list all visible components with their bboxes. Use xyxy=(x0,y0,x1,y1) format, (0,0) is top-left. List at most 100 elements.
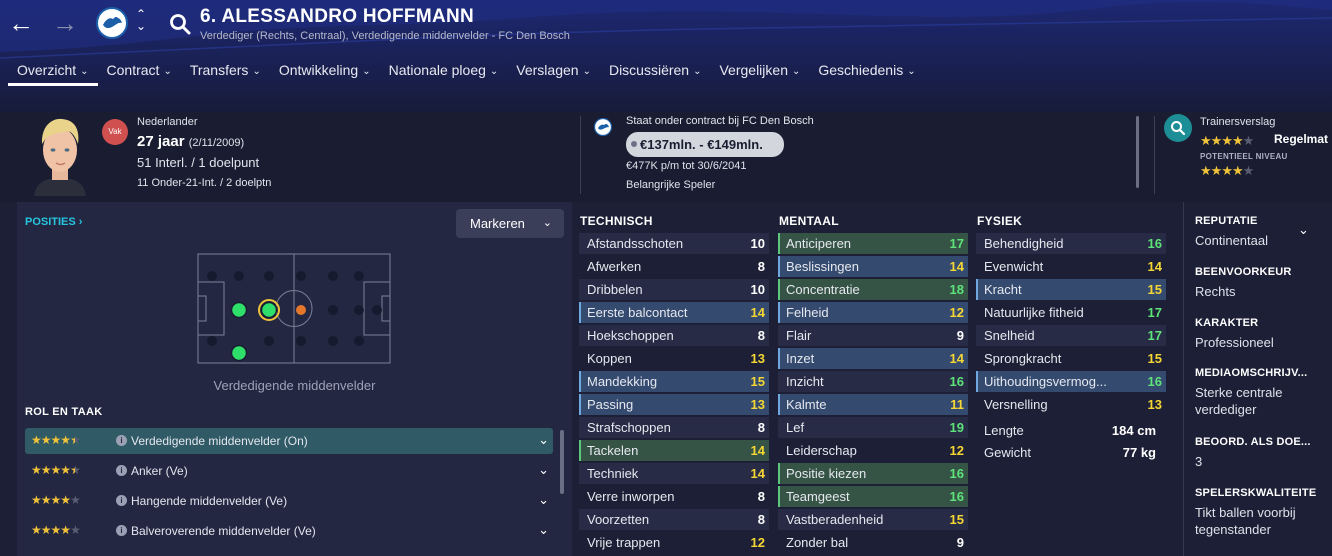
role-row[interactable]: ★★★★★ i Anker (Ve) ⌄ xyxy=(25,458,553,484)
tab-label: Nationale ploeg xyxy=(388,62,486,78)
nationality: Nederlander xyxy=(137,116,198,128)
tab-transfers[interactable]: Transfers ⌄ xyxy=(181,58,270,86)
attribute-row[interactable]: Dribbelen 10 xyxy=(579,279,769,300)
position-natural xyxy=(230,301,248,319)
attribute-name: Passing xyxy=(587,397,634,412)
attribute-value: 9 xyxy=(956,328,964,343)
attribute-row[interactable]: Beslissingen 14 xyxy=(778,256,968,277)
info-icon[interactable]: i xyxy=(116,495,127,506)
attribute-row[interactable]: Uithoudingsvermog... 16 xyxy=(976,371,1166,392)
attribute-row[interactable]: Flair 9 xyxy=(778,325,968,346)
chevron-down-icon[interactable]: ⌄ xyxy=(538,462,549,478)
attribute-row[interactable]: Evenwicht 14 xyxy=(976,256,1166,277)
attribute-row[interactable]: Hoekschoppen 8 xyxy=(579,325,769,346)
attribute-name: Anticiperen xyxy=(786,236,852,251)
attribute-row[interactable]: Positie kiezen 16 xyxy=(778,463,968,484)
chevron-down-icon[interactable]: ⌄ xyxy=(538,432,549,448)
attribute-row[interactable]: Kracht 15 xyxy=(976,279,1166,300)
attribute-row[interactable]: Techniek 14 xyxy=(579,463,769,484)
chevron-down-icon[interactable]: ⌄ xyxy=(538,522,549,538)
attribute-row[interactable]: Inzicht 16 xyxy=(778,371,968,392)
detail-value: Tikt ballen voorbij tegenstander xyxy=(1195,505,1296,537)
tab-verslagen[interactable]: Verslagen ⌄ xyxy=(507,58,600,86)
attribute-row[interactable]: Kalmte 11 xyxy=(778,394,968,415)
attribute-row[interactable]: Sprongkracht 15 xyxy=(976,348,1166,369)
coach-report-button[interactable] xyxy=(1164,114,1192,142)
attribute-row[interactable]: Felheid 12 xyxy=(778,302,968,323)
attribute-value: 15 xyxy=(1147,351,1162,366)
coach-report-title: Trainersverslag xyxy=(1200,116,1276,128)
tab-contract[interactable]: Contract ⌄ xyxy=(98,58,181,86)
scrollbar[interactable] xyxy=(1136,116,1139,188)
attribute-row[interactable]: Teamgeest 16 xyxy=(778,486,968,507)
role-name: Hangende middenvelder (Ve) xyxy=(131,494,288,508)
attribute-row[interactable]: Vrije trappen 12 xyxy=(579,532,769,553)
attribute-row[interactable]: Koppen 13 xyxy=(579,348,769,369)
attribute-row[interactable]: Zonder bal 9 xyxy=(778,532,968,553)
mark-dropdown[interactable]: Markeren ⌄ xyxy=(456,209,564,238)
attribute-row[interactable]: Leiderschap 12 xyxy=(778,440,968,461)
attribute-row[interactable]: Mandekking 15 xyxy=(579,371,769,392)
tab-nationale-ploeg[interactable]: Nationale ploeg ⌄ xyxy=(380,58,508,86)
attribute-value: 13 xyxy=(750,397,765,412)
current-ability-label: Regelmat xyxy=(1274,132,1329,146)
star-icon: ★ xyxy=(1242,133,1255,148)
potential-label: POTENTIEEL NIVEAU xyxy=(1200,152,1288,161)
back-icon[interactable]: ← xyxy=(6,8,36,38)
chevron-down-icon: ⌄ xyxy=(163,66,172,77)
role-list-scrollbar[interactable] xyxy=(560,430,564,494)
detail-value: 3 xyxy=(1195,454,1203,469)
tab-label: Overzicht xyxy=(17,62,77,78)
chevron-down-icon[interactable]: ⌄ xyxy=(538,492,549,508)
attribute-row[interactable]: Eerste balcontact 14 xyxy=(579,302,769,323)
star-icon: ★ xyxy=(1242,163,1255,178)
tab-geschiedenis[interactable]: Geschiedenis ⌄ xyxy=(809,58,924,86)
tab-overzicht[interactable]: Overzicht ⌄ xyxy=(0,58,98,86)
tab-discussi-ren[interactable]: Discussiëren ⌄ xyxy=(600,58,711,86)
attribute-row[interactable]: Afwerken 8 xyxy=(579,256,769,277)
attribute-name: Verre inworpen xyxy=(587,489,675,504)
attribute-row[interactable]: Tackelen 14 xyxy=(579,440,769,461)
attribute-row[interactable]: Verre inworpen 8 xyxy=(579,486,769,507)
attribute-row[interactable]: Passing 13 xyxy=(579,394,769,415)
info-icon[interactable]: i xyxy=(116,435,127,446)
attribute-row[interactable]: Afstandsschoten 10 xyxy=(579,233,769,254)
attribute-row[interactable]: Natuurlijke fitheid 17 xyxy=(976,302,1166,323)
attribute-row[interactable]: Vastberadenheid 15 xyxy=(778,509,968,530)
attribute-name: Beslissingen xyxy=(786,259,859,274)
attribute-row[interactable]: Anticiperen 17 xyxy=(778,233,968,254)
attribute-row[interactable]: Concentratie 18 xyxy=(778,279,968,300)
tab-label: Ontwikkeling xyxy=(278,62,359,78)
role-row[interactable]: ★★★★★ i Balveroverende middenvelder (Ve) ⌄ xyxy=(25,518,553,544)
attribute-row[interactable]: Inzet 14 xyxy=(778,348,968,369)
attribute-row[interactable]: Voorzetten 8 xyxy=(579,509,769,530)
attribute-row[interactable]: Strafschoppen 8 xyxy=(579,417,769,438)
star-icon: ★ xyxy=(1210,163,1223,178)
attribute-row[interactable]: Behendigheid 16 xyxy=(976,233,1166,254)
mark-dropdown-label: Markeren xyxy=(470,216,525,231)
squad-status: Belangrijke Speler xyxy=(626,179,716,191)
vak-badge[interactable]: Vak xyxy=(102,119,128,145)
info-icon[interactable]: i xyxy=(116,525,127,536)
role-row[interactable]: ★★★★★ i Hangende middenvelder (Ve) ⌄ xyxy=(25,488,553,514)
transfer-value[interactable]: €137mln. - €149mln. xyxy=(626,132,784,157)
attribute-row[interactable]: Versnelling 13 xyxy=(976,394,1166,415)
attribute-name: Techniek xyxy=(587,466,639,481)
positions-link[interactable]: POSITIES › xyxy=(25,216,82,228)
chevron-down-icon: ⌄ xyxy=(489,66,499,77)
measure-name: Gewicht xyxy=(984,445,1031,460)
chevron-down-icon: ⌄ xyxy=(542,217,552,229)
tab-ontwikkeling[interactable]: Ontwikkeling ⌄ xyxy=(270,58,380,86)
tab-vergelijken[interactable]: Vergelijken ⌄ xyxy=(710,58,809,86)
club-switch-icon[interactable]: ⌃ ⌄ xyxy=(134,8,148,38)
attribute-row[interactable]: Snelheid 17 xyxy=(976,325,1166,346)
search-icon[interactable] xyxy=(168,12,192,36)
attribute-value: 14 xyxy=(750,443,765,458)
attribute-value: 14 xyxy=(750,305,765,320)
forward-icon[interactable]: → xyxy=(50,8,80,38)
role-row[interactable]: ★★★★★ i Verdedigende middenvelder (On) ⌄ xyxy=(25,428,553,454)
info-icon[interactable]: i xyxy=(116,465,127,476)
club-logo-icon[interactable] xyxy=(96,7,128,39)
attribute-value: 16 xyxy=(1147,236,1162,251)
attribute-row[interactable]: Lef 19 xyxy=(778,417,968,438)
